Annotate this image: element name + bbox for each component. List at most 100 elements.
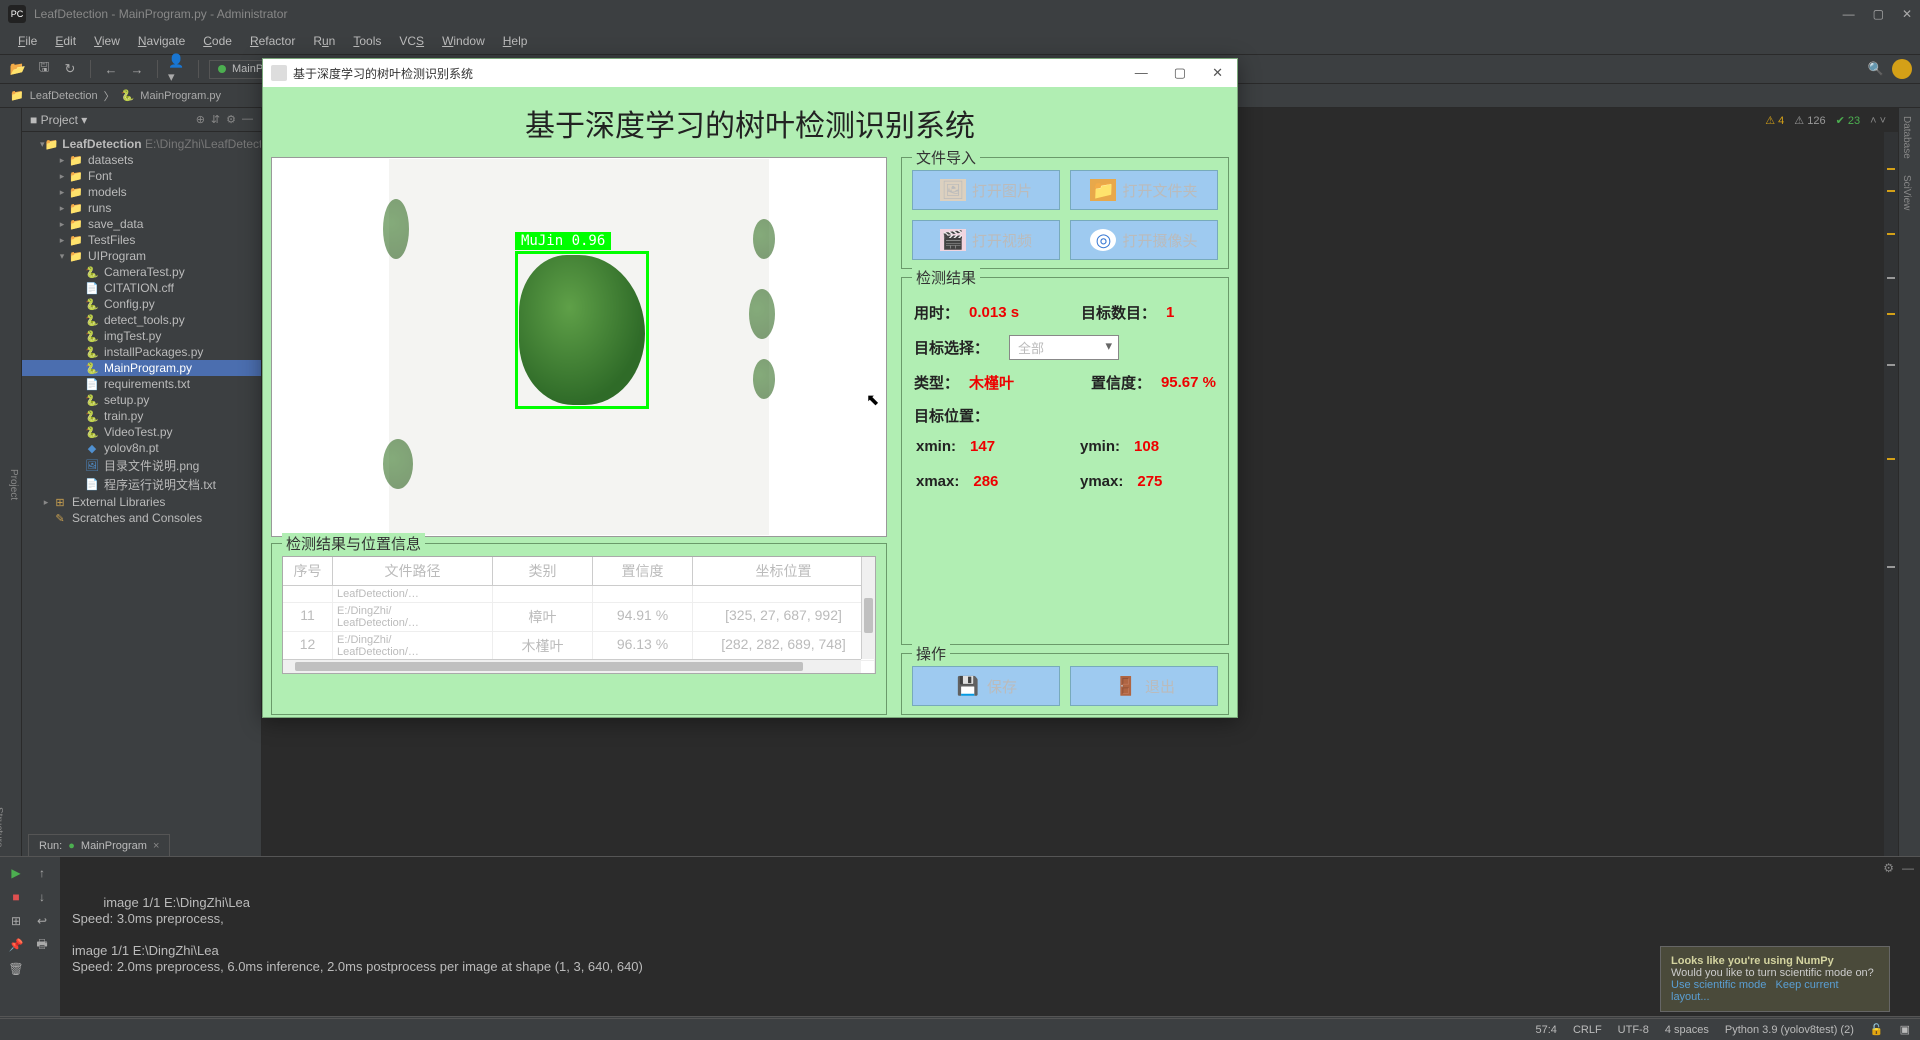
settings-icon[interactable]: ⚙ xyxy=(226,113,236,126)
tree-file[interactable]: 🐍train.py xyxy=(22,408,261,424)
app-titlebar[interactable]: 基于深度学习的树叶检测识别系统 — ▢ ✕ xyxy=(263,59,1237,87)
menu-code[interactable]: Code xyxy=(195,31,240,51)
save-button[interactable]: 💾保存 xyxy=(912,666,1060,706)
tree-file[interactable]: 🐍VideoTest.py xyxy=(22,424,261,440)
pin-icon[interactable]: 📌 xyxy=(6,935,26,955)
menu-refactor[interactable]: Refactor xyxy=(242,31,303,51)
sb-caret-pos[interactable]: 57:4 xyxy=(1536,1024,1557,1036)
table-header-cell[interactable]: 类别 xyxy=(493,557,593,585)
menu-window[interactable]: Window xyxy=(434,31,493,51)
run-settings-icon[interactable]: ⚙ xyxy=(1883,861,1894,875)
menu-edit[interactable]: Edit xyxy=(47,31,84,51)
open-camera-button[interactable]: ◎打开摄像头 xyxy=(1070,220,1218,260)
user-icon[interactable]: 👤▾ xyxy=(168,59,188,79)
tree-file[interactable]: 📄CITATION.cff xyxy=(22,280,261,296)
tree-file[interactable]: 🐍installPackages.py xyxy=(22,344,261,360)
menu-navigate[interactable]: Navigate xyxy=(130,31,193,51)
tree-file[interactable]: 🐍CameraTest.py xyxy=(22,264,261,280)
layout-icon[interactable]: ⊞ xyxy=(6,911,26,931)
rerun-icon[interactable]: ▶ xyxy=(6,863,26,883)
tree-file[interactable]: 🖼目录文件说明.png xyxy=(22,456,261,475)
app-maximize-icon[interactable]: ▢ xyxy=(1168,63,1192,83)
tree-folder[interactable]: ▾📁UIProgram xyxy=(22,248,261,264)
exit-button[interactable]: 🚪退出 xyxy=(1070,666,1218,706)
ide-close-icon[interactable]: ✕ xyxy=(1902,7,1912,21)
sb-notif-icon[interactable]: ▣ xyxy=(1900,1023,1910,1036)
table-hscroll[interactable] xyxy=(283,659,861,673)
select-opened-icon[interactable]: ⊕ xyxy=(196,113,205,126)
table-vscroll[interactable] xyxy=(861,557,875,659)
app-close-icon[interactable]: ✕ xyxy=(1206,63,1229,83)
forward-icon[interactable]: → xyxy=(127,59,147,79)
tree-scratches[interactable]: ✎Scratches and Consoles xyxy=(22,510,261,526)
table-header-cell[interactable]: 坐标位置 xyxy=(693,557,875,585)
down-icon[interactable]: ↓ xyxy=(32,887,52,907)
tree-file[interactable]: 🐍detect_tools.py xyxy=(22,312,261,328)
tab-database[interactable]: Database xyxy=(1899,108,1914,167)
print-icon[interactable]: 🖶 xyxy=(32,935,52,955)
inspection-indicators[interactable]: ⚠ 4 ⚠ 126 ✔ 23 ˄ ˅ xyxy=(1765,114,1886,127)
menu-help[interactable]: Help xyxy=(495,31,536,51)
results-table[interactable]: 序号文件路径类别置信度坐标位置 LeafDetection/…11E:/Ding… xyxy=(282,556,876,674)
sb-indent[interactable]: 4 spaces xyxy=(1665,1024,1709,1036)
save-all-icon[interactable]: 🖫 xyxy=(34,59,54,79)
table-row[interactable]: LeafDetection/… xyxy=(283,586,875,603)
ide-minimize-icon[interactable]: — xyxy=(1843,7,1855,21)
table-header-cell[interactable]: 序号 xyxy=(283,557,333,585)
menu-vcs[interactable]: VCS xyxy=(391,31,432,51)
sync-icon[interactable]: ↻ xyxy=(60,59,80,79)
sb-interpreter[interactable]: Python 3.9 (yolov8test) (2) xyxy=(1725,1024,1854,1036)
tree-external-libs[interactable]: ▸⊞External Libraries xyxy=(22,494,261,510)
run-hide-icon[interactable]: — xyxy=(1902,861,1914,875)
tree-folder[interactable]: ▸📁runs xyxy=(22,200,261,216)
tree-folder[interactable]: ▸📁TestFiles xyxy=(22,232,261,248)
stop-run-icon[interactable]: ■ xyxy=(6,887,26,907)
tree-file[interactable]: 📄程序运行说明文档.txt xyxy=(22,475,261,494)
tree-file[interactable]: 🐍setup.py xyxy=(22,392,261,408)
avatar-icon[interactable] xyxy=(1892,59,1912,79)
tree-folder[interactable]: ▸📁datasets xyxy=(22,152,261,168)
tree-file[interactable]: ◆yolov8n.pt xyxy=(22,440,261,456)
table-row[interactable]: 11E:/DingZhi/LeafDetection/…樟叶94.91 %[32… xyxy=(283,603,875,632)
breadcrumb-file[interactable]: MainProgram.py xyxy=(140,90,221,102)
tab-sciview[interactable]: SciView xyxy=(1899,167,1914,218)
breadcrumb-project[interactable]: LeafDetection xyxy=(30,90,98,102)
menu-file[interactable]: File xyxy=(10,31,45,51)
open-image-button[interactable]: 🖼打开图片 xyxy=(912,170,1060,210)
tab-structure[interactable]: Structure xyxy=(0,799,6,856)
open-icon[interactable]: 📂 xyxy=(8,59,28,79)
table-row[interactable]: 12E:/DingZhi/LeafDetection/…木槿叶96.13 %[2… xyxy=(283,632,875,661)
app-minimize-icon[interactable]: — xyxy=(1129,63,1154,83)
table-header-cell[interactable]: 置信度 xyxy=(593,557,693,585)
run-tab[interactable]: Run: ● MainProgram × xyxy=(28,834,170,856)
sb-lock-icon[interactable]: 🔓 xyxy=(1870,1023,1884,1036)
back-icon[interactable]: ← xyxy=(101,59,121,79)
tree-file[interactable]: 🐍MainProgram.py xyxy=(22,360,261,376)
run-output[interactable]: ⚙ — image 1/1 E:\DingZhi\Lea Speed: 3.0m… xyxy=(60,857,1920,1016)
tree-folder[interactable]: ▸📁models xyxy=(22,184,261,200)
error-stripe[interactable] xyxy=(1884,132,1898,856)
menu-view[interactable]: View xyxy=(86,31,128,51)
trash-icon[interactable]: 🗑 xyxy=(6,959,26,979)
tree-file[interactable]: 🐍Config.py xyxy=(22,296,261,312)
menu-run[interactable]: Run xyxy=(305,31,343,51)
expand-all-icon[interactable]: ⇵ xyxy=(211,113,220,126)
project-tree[interactable]: ▾📁LeafDetection E:\DingZhi\LeafDetection… xyxy=(22,132,261,530)
tree-file[interactable]: 📄requirements.txt xyxy=(22,376,261,392)
hide-icon[interactable]: — xyxy=(242,113,253,126)
up-icon[interactable]: ↑ xyxy=(32,863,52,883)
tab-project[interactable]: Project xyxy=(6,461,21,508)
search-everywhere-icon[interactable]: 🔍 xyxy=(1866,59,1886,79)
tree-root[interactable]: ▾📁LeafDetection E:\DingZhi\LeafDetection xyxy=(22,136,261,152)
tree-folder[interactable]: ▸📁Font xyxy=(22,168,261,184)
sb-eol[interactable]: CRLF xyxy=(1573,1024,1602,1036)
tree-folder[interactable]: ▸📁save_data xyxy=(22,216,261,232)
ide-maximize-icon[interactable]: ▢ xyxy=(1873,7,1884,21)
menu-tools[interactable]: Tools xyxy=(345,31,389,51)
sb-encoding[interactable]: UTF-8 xyxy=(1618,1024,1649,1036)
table-header-cell[interactable]: 文件路径 xyxy=(333,557,493,585)
target-select[interactable]: 全部 xyxy=(1009,335,1119,360)
open-video-button[interactable]: 🎬打开视频 xyxy=(912,220,1060,260)
tree-file[interactable]: 🐍imgTest.py xyxy=(22,328,261,344)
open-folder-button[interactable]: 📁打开文件夹 xyxy=(1070,170,1218,210)
